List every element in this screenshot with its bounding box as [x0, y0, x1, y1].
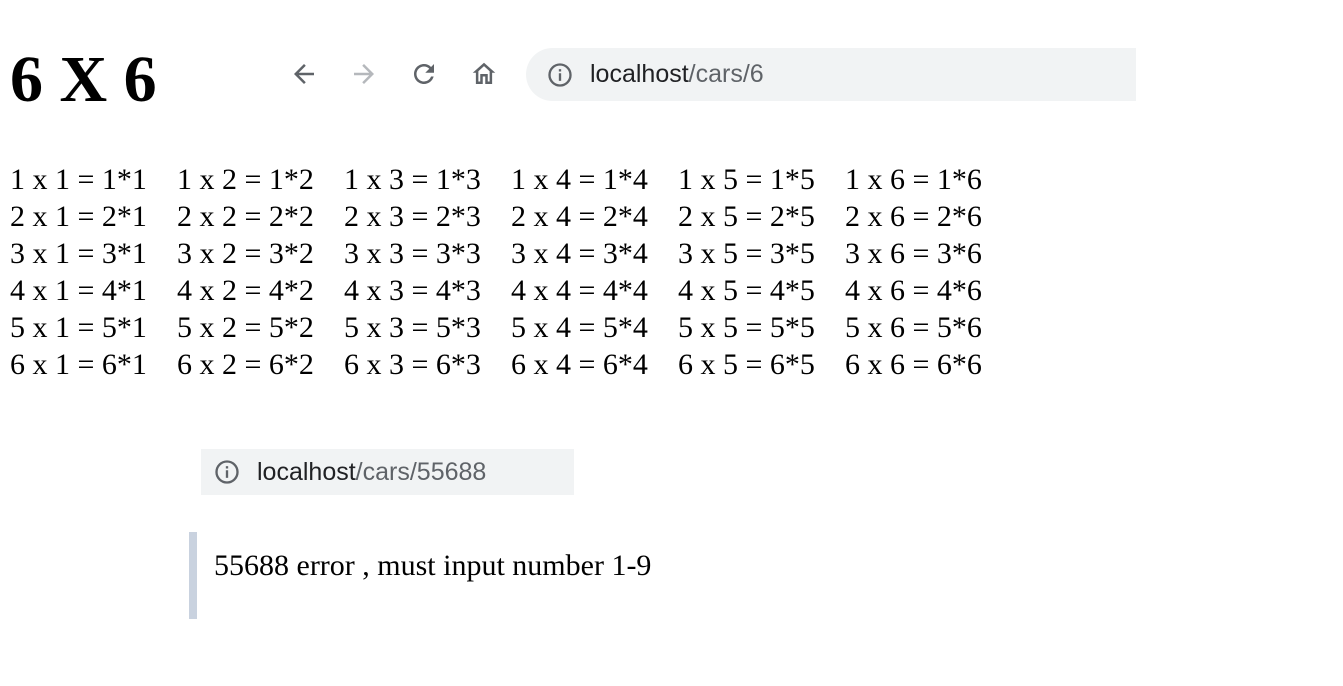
address-url: localhost/cars/6	[590, 60, 764, 89]
error-message: 55688 error , must input number 1-9	[214, 549, 652, 582]
info-icon[interactable]	[213, 458, 241, 486]
address-url: localhost/cars/55688	[257, 458, 486, 487]
table-cell: 5 x 3 = 5*3	[344, 311, 481, 344]
table-cell: 4 x 1 = 4*1	[10, 274, 147, 307]
error-quote: 55688 error , must input number 1-9	[189, 532, 789, 619]
table-cell: 5 x 5 = 5*5	[678, 311, 815, 344]
address-path: /cars/55688	[355, 457, 487, 486]
table-cell: 1 x 6 = 1*6	[845, 163, 982, 196]
multiplication-table: 1 x 1 = 1*1 1 x 2 = 1*2 1 x 3 = 1*3 1 x 4 =…	[10, 161, 1012, 383]
table-cell: 1 x 3 = 1*3	[344, 163, 481, 196]
table-cell: 5 x 4 = 5*4	[511, 311, 648, 344]
table-cell: 6 x 3 = 6*3	[344, 348, 481, 381]
table-cell: 6 x 2 = 6*2	[177, 348, 314, 381]
table-row: 3 x 1 = 3*1 3 x 2 = 3*2 3 x 3 = 3*3 3 x 4 =…	[10, 235, 1012, 272]
address-host: localhost	[257, 457, 356, 486]
table-cell: 4 x 6 = 4*6	[845, 274, 982, 307]
arrow-right-icon[interactable]	[346, 56, 382, 92]
page-heading: 6 X 6	[10, 43, 157, 116]
table-row: 4 x 1 = 4*1 4 x 2 = 4*2 4 x 3 = 4*3 4 x 4 =…	[10, 272, 1012, 309]
table-cell: 5 x 2 = 5*2	[177, 311, 314, 344]
table-cell: 3 x 4 = 3*4	[511, 237, 648, 270]
table-cell: 4 x 3 = 4*3	[344, 274, 481, 307]
table-cell: 4 x 4 = 4*4	[511, 274, 648, 307]
table-row: 1 x 1 = 1*1 1 x 2 = 1*2 1 x 3 = 1*3 1 x 4 =…	[10, 161, 1012, 198]
address-host: localhost	[590, 60, 689, 88]
address-bar[interactable]: localhost/cars/6	[526, 48, 1136, 101]
table-cell: 2 x 6 = 2*6	[845, 200, 982, 233]
arrow-left-icon[interactable]	[286, 56, 322, 92]
table-cell: 5 x 1 = 5*1	[10, 311, 147, 344]
table-row: 6 x 1 = 6*1 6 x 2 = 6*2 6 x 3 = 6*3 6 x 4 =…	[10, 346, 1012, 383]
reload-icon[interactable]	[406, 56, 442, 92]
table-cell: 6 x 4 = 6*4	[511, 348, 648, 381]
home-icon[interactable]	[466, 56, 502, 92]
table-cell: 3 x 6 = 3*6	[845, 237, 982, 270]
table-cell: 6 x 5 = 6*5	[678, 348, 815, 381]
table-cell: 3 x 2 = 3*2	[177, 237, 314, 270]
table-cell: 1 x 2 = 1*2	[177, 163, 314, 196]
table-cell: 3 x 3 = 3*3	[344, 237, 481, 270]
table-cell: 3 x 1 = 3*1	[10, 237, 147, 270]
table-cell: 6 x 1 = 6*1	[10, 348, 147, 381]
address-bar-error[interactable]: localhost/cars/55688	[201, 449, 574, 495]
table-cell: 6 x 6 = 6*6	[845, 348, 982, 381]
info-icon[interactable]	[546, 61, 574, 89]
table-cell: 3 x 5 = 3*5	[678, 237, 815, 270]
table-cell: 4 x 2 = 4*2	[177, 274, 314, 307]
table-cell: 2 x 4 = 2*4	[511, 200, 648, 233]
table-row: 5 x 1 = 5*1 5 x 2 = 5*2 5 x 3 = 5*3 5 x 4 =…	[10, 309, 1012, 346]
table-cell: 2 x 5 = 2*5	[678, 200, 815, 233]
table-cell: 1 x 5 = 1*5	[678, 163, 815, 196]
table-cell: 1 x 4 = 1*4	[511, 163, 648, 196]
table-cell: 1 x 1 = 1*1	[10, 163, 147, 196]
table-cell: 4 x 5 = 4*5	[678, 274, 815, 307]
table-cell: 2 x 2 = 2*2	[177, 200, 314, 233]
table-cell: 2 x 3 = 2*3	[344, 200, 481, 233]
table-row: 2 x 1 = 2*1 2 x 2 = 2*2 2 x 3 = 2*3 2 x 4 =…	[10, 198, 1012, 235]
table-cell: 5 x 6 = 5*6	[845, 311, 982, 344]
table-cell: 2 x 1 = 2*1	[10, 200, 147, 233]
address-path: /cars/6	[688, 60, 764, 88]
